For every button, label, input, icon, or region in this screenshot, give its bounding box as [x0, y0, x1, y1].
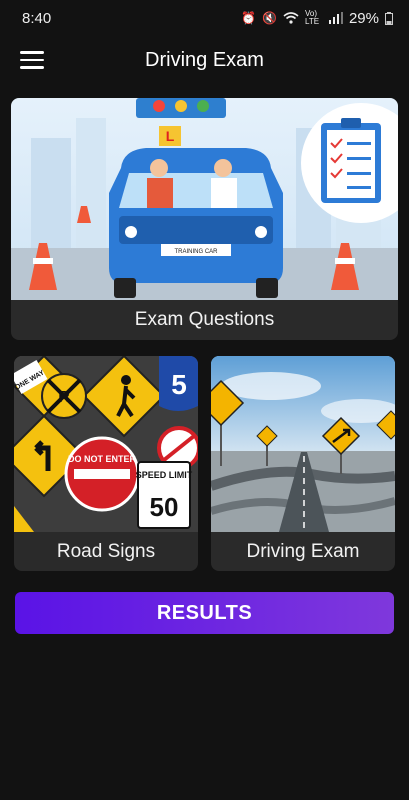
- training-car-illustration: L TRAINING CAR: [11, 98, 398, 300]
- battery-percent: 29%: [348, 9, 379, 27]
- road-photo: [211, 356, 395, 532]
- speed-limit-sign-text: SPEED LIMIT: [136, 470, 193, 480]
- battery-icon: [385, 11, 393, 25]
- learner-badge-text: L: [166, 128, 175, 144]
- app-bar: Driving Exam: [0, 38, 409, 82]
- alarm-icon: ⏰: [241, 11, 257, 25]
- status-time: 8:40: [22, 9, 52, 27]
- signal-icon: [328, 12, 343, 24]
- car-plate-text: TRAINING CAR: [174, 249, 218, 255]
- railroad-sign-text: R: [58, 389, 70, 406]
- road-signs-card[interactable]: R ONE WAY 5 DO NOT ENTER SPEED LIMIT 50 …: [14, 356, 198, 571]
- road-signs-photo: R ONE WAY 5 DO NOT ENTER SPEED LIMIT 50: [14, 356, 198, 532]
- route-sign-text: 5: [171, 369, 187, 400]
- driving-exam-label: Driving Exam: [246, 541, 360, 562]
- page-title: Driving Exam: [145, 48, 264, 71]
- hamburger-menu-icon[interactable]: [20, 51, 44, 69]
- wifi-icon: [283, 12, 299, 24]
- speed-value-sign-text: 50: [150, 492, 179, 522]
- mute-icon: 🔇: [262, 11, 277, 25]
- network-label: Vo) LTE: [304, 9, 320, 26]
- status-icons: ⏰ 🔇 Vo) LTE 29%: [241, 10, 393, 27]
- driving-exam-card[interactable]: Driving Exam: [211, 356, 395, 571]
- results-button[interactable]: RESULTS: [15, 592, 394, 634]
- exam-questions-card[interactable]: L TRAINING CAR Exam Questions: [11, 98, 398, 340]
- status-bar: 8:40 ⏰ 🔇 Vo) LTE 29%: [0, 0, 409, 36]
- exam-questions-label: Exam Questions: [134, 309, 275, 330]
- road-signs-label: Road Signs: [56, 541, 156, 562]
- do-not-enter-sign-text: DO NOT ENTER: [68, 454, 137, 464]
